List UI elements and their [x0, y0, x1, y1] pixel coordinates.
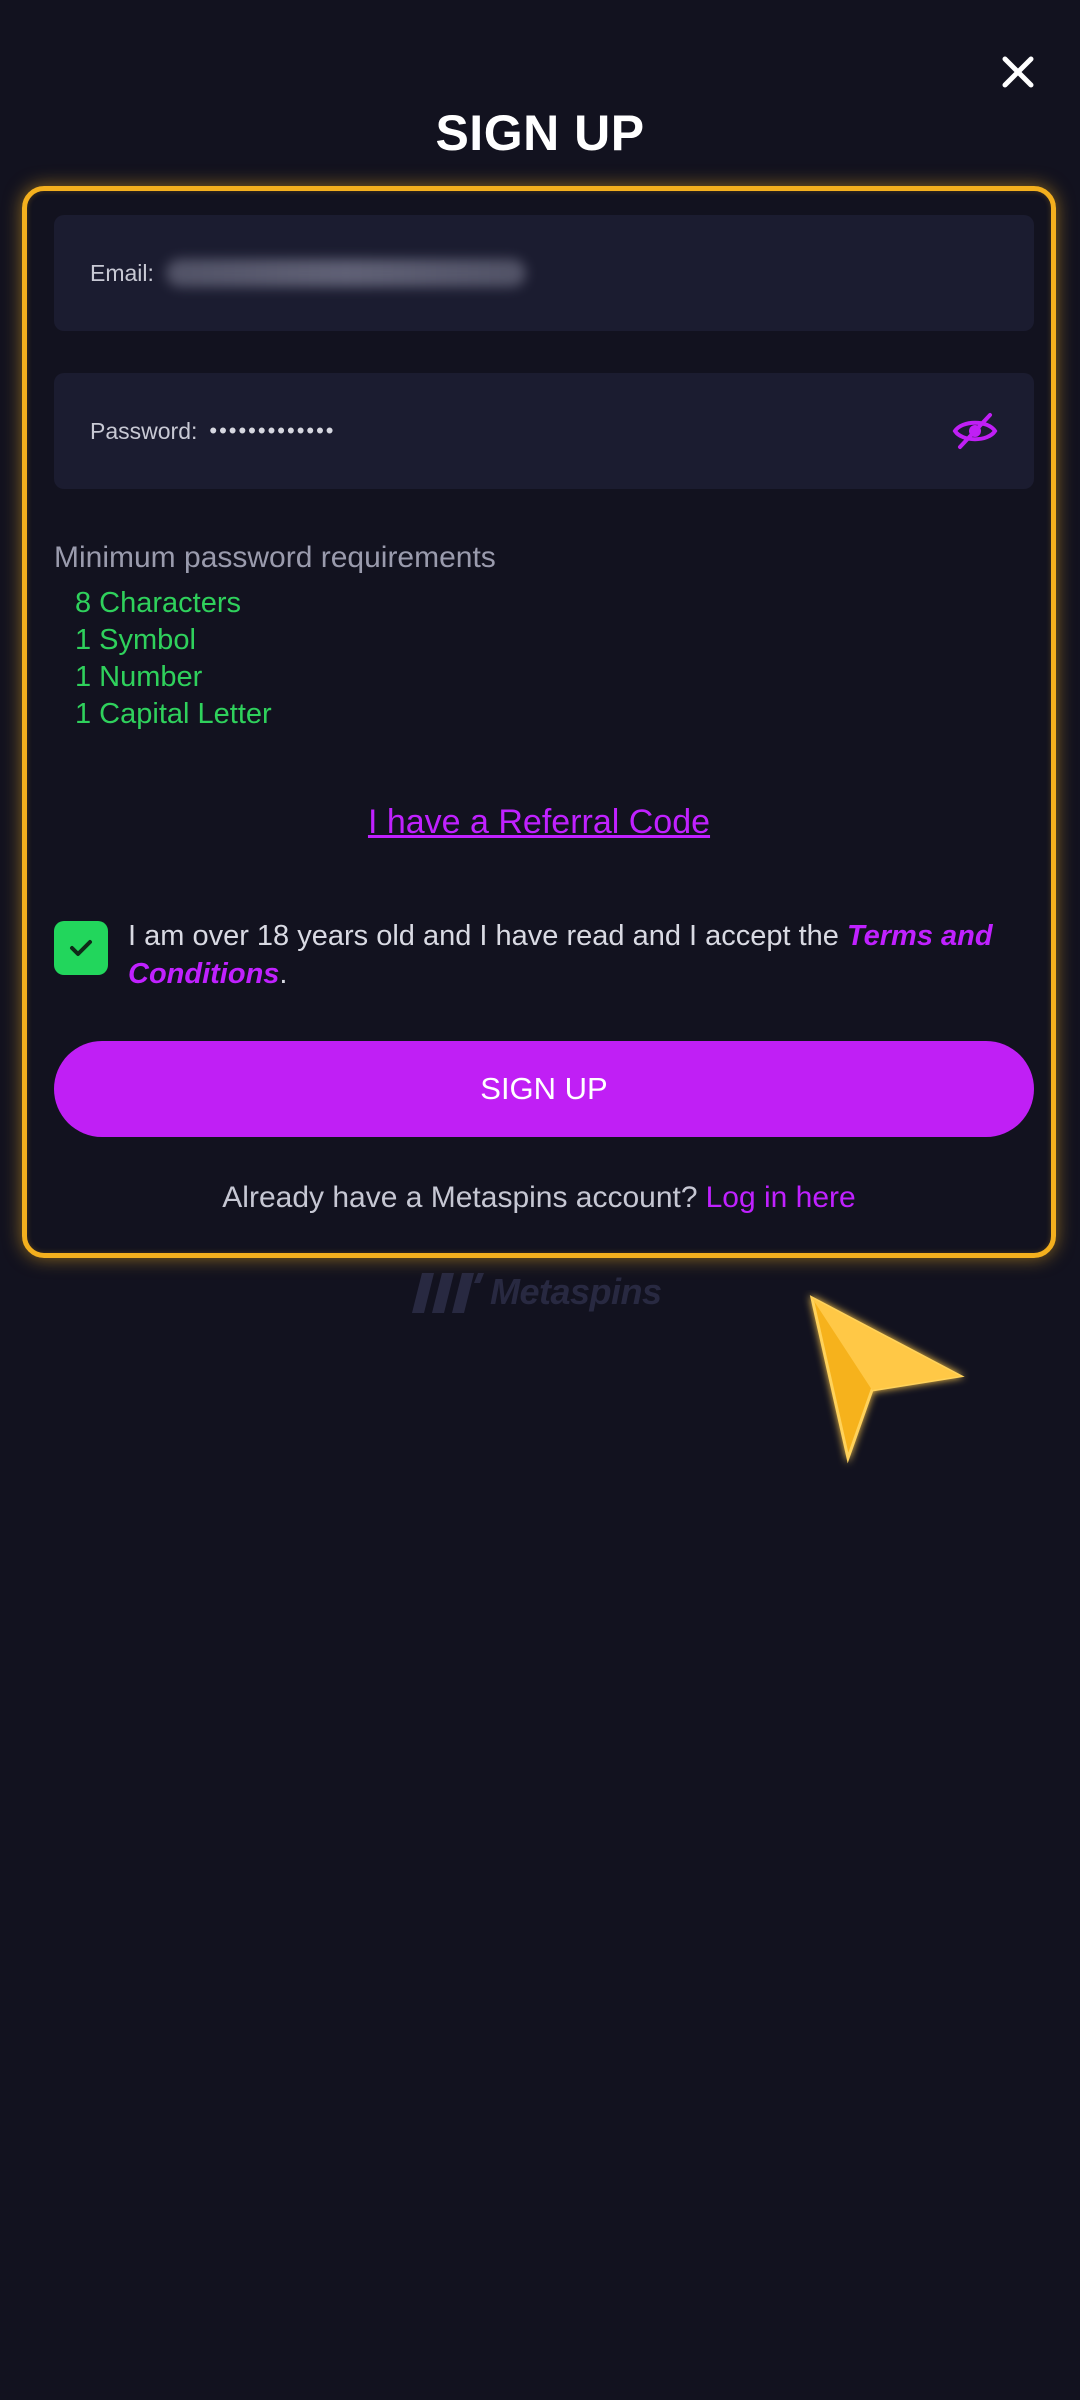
eye-off-icon	[952, 413, 998, 449]
consent-suffix: .	[279, 958, 288, 990]
brand-logo: Metaspins	[404, 1268, 662, 1316]
requirement-item: 1 Capital Letter	[75, 698, 272, 730]
password-field[interactable]: Password: •••••••••••••	[54, 373, 1034, 489]
signup-form: Email: Password: ••••••••••••• Minimum p…	[22, 186, 1056, 1258]
password-requirements-list: 8 Characters 1 Symbol 1 Number 1 Capital…	[75, 585, 272, 733]
close-button[interactable]	[994, 48, 1042, 96]
requirement-item: 1 Symbol	[75, 624, 196, 656]
brand-name: Metaspins	[490, 1271, 662, 1312]
age-terms-checkbox[interactable]	[54, 921, 108, 975]
login-link[interactable]: Log in here	[706, 1181, 856, 1214]
password-label: Password:	[90, 417, 198, 444]
page-title: SIGN UP	[435, 105, 645, 161]
requirement-item: 1 Number	[75, 661, 203, 693]
consent-text-main: I am over 18 years old and I have read a…	[128, 920, 847, 952]
email-field[interactable]: Email:	[54, 215, 1034, 331]
referral-code-link[interactable]: I have a Referral Code	[27, 803, 1051, 842]
password-visibility-toggle[interactable]	[950, 409, 1000, 453]
close-icon	[1002, 56, 1034, 88]
email-label: Email:	[90, 259, 154, 286]
email-value-blurred	[165, 259, 526, 287]
metaspins-logo-icon	[412, 1273, 484, 1313]
login-prompt-row: Already have a Metaspins account? Log in …	[27, 1181, 1051, 1215]
checkmark-icon	[70, 940, 92, 956]
pointer-cursor-icon	[809, 1295, 965, 1464]
consent-text: I am over 18 years old and I have read a…	[128, 917, 1028, 993]
password-requirements-title: Minimum password requirements	[54, 541, 496, 574]
requirement-item: 8 Characters	[75, 587, 242, 619]
signup-button[interactable]: SIGN UP	[54, 1041, 1034, 1137]
password-value: •••••••••••••	[209, 418, 336, 443]
login-prompt: Already have a Metaspins account?	[222, 1181, 698, 1214]
